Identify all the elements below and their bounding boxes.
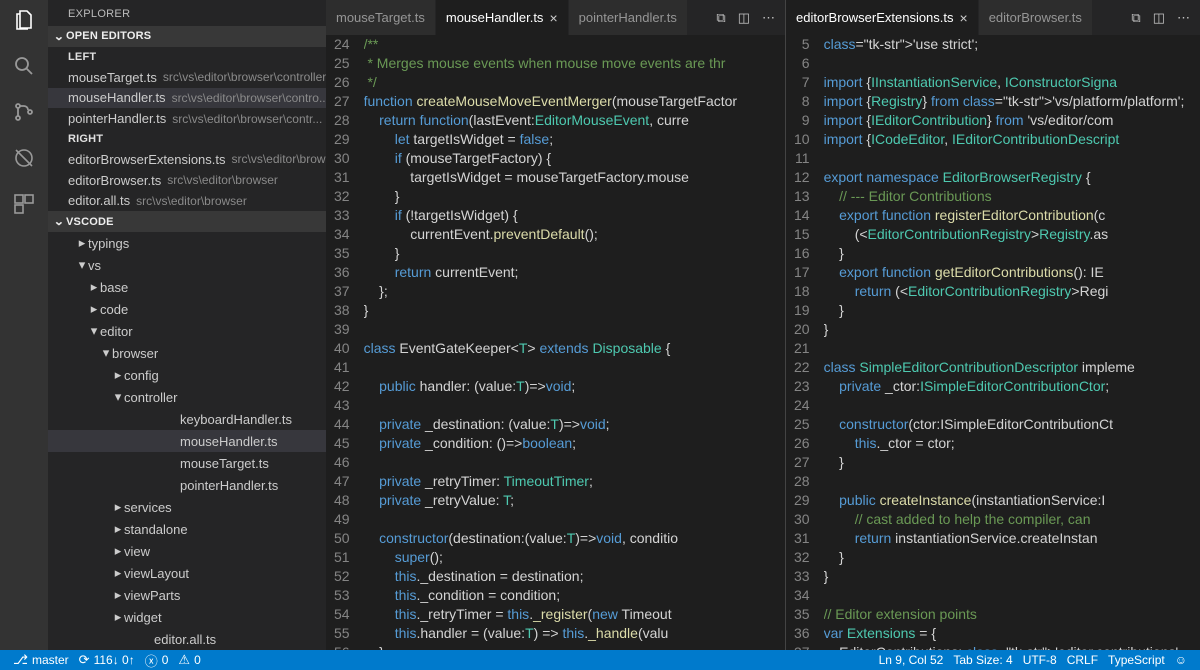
open-file[interactable]: editorBrowserExtensions.tssrc\vs\editor\… bbox=[48, 149, 326, 170]
code-editor[interactable]: 2425262728293031323334353637383940414243… bbox=[326, 35, 785, 650]
more-icon[interactable]: ⋯ bbox=[1177, 10, 1190, 26]
git-icon[interactable] bbox=[12, 100, 36, 124]
section-vscode[interactable]: ⌄ VSCODE bbox=[48, 211, 326, 232]
section-open-editors[interactable]: ⌄ OPEN EDITORS bbox=[48, 26, 326, 47]
group-left-label: LEFT bbox=[48, 47, 326, 67]
tab[interactable]: editorBrowser.ts bbox=[979, 0, 1093, 35]
debug-icon[interactable] bbox=[12, 146, 36, 170]
tree-folder[interactable]: ▸code bbox=[48, 298, 326, 320]
tree-folder[interactable]: ▸services bbox=[48, 496, 326, 518]
file-tree: ▸typings ▾vs ▸base ▸code ▾editor ▾browse… bbox=[48, 232, 326, 650]
git-branch[interactable]: ⎇master bbox=[8, 650, 74, 670]
tree-file[interactable]: pointerHandler.ts bbox=[48, 474, 326, 496]
line-gutter: 2425262728293031323334353637383940414243… bbox=[326, 35, 364, 650]
open-file[interactable]: editorBrowser.tssrc\vs\editor\browser bbox=[48, 170, 326, 191]
open-file[interactable]: editor.all.tssrc\vs\editor\browser bbox=[48, 191, 326, 212]
encoding[interactable]: UTF-8 bbox=[1018, 653, 1062, 667]
tab[interactable]: pointerHandler.ts bbox=[569, 0, 688, 35]
activity-bar bbox=[0, 0, 48, 650]
sync-icon: ⟳ bbox=[79, 652, 90, 668]
group-right-label: RIGHT bbox=[48, 129, 326, 149]
tree-folder[interactable]: ▸viewLayout bbox=[48, 562, 326, 584]
code-lines[interactable]: class="tk-str">'use strict';import {IIns… bbox=[824, 35, 1200, 650]
eol[interactable]: CRLF bbox=[1062, 653, 1103, 667]
more-icon[interactable]: ⋯ bbox=[762, 10, 775, 26]
chevron-down-icon: ⌄ bbox=[51, 215, 68, 228]
tree-folder[interactable]: ▸widget bbox=[48, 606, 326, 628]
sidebar: EXPLORER ⌄ OPEN EDITORS LEFT mouseTarget… bbox=[48, 0, 326, 650]
sidebar-title: EXPLORER bbox=[48, 0, 326, 26]
tree-folder[interactable]: ▸viewParts bbox=[48, 584, 326, 606]
open-file[interactable]: pointerHandler.tssrc\vs\editor\browser\c… bbox=[48, 108, 326, 129]
section-label: OPEN EDITORS bbox=[66, 30, 151, 42]
code-lines[interactable]: /** * Merges mouse events when mouse mov… bbox=[364, 35, 785, 650]
split-editor-icon[interactable]: ◫ bbox=[738, 10, 750, 26]
tree-folder[interactable]: ▸base bbox=[48, 276, 326, 298]
tree-folder[interactable]: ▾vs bbox=[48, 254, 326, 276]
files-icon[interactable] bbox=[12, 8, 36, 32]
cursor-position[interactable]: Ln 9, Col 52 bbox=[874, 653, 949, 667]
tab-bar: mouseTarget.ts mouseHandler.ts× pointerH… bbox=[326, 0, 785, 35]
errors[interactable]: ⓧ0 bbox=[140, 650, 174, 670]
tab-size[interactable]: Tab Size: 4 bbox=[948, 653, 1017, 667]
language-mode[interactable]: TypeScript bbox=[1103, 653, 1170, 667]
tree-folder[interactable]: ▸typings bbox=[48, 232, 326, 254]
error-icon: ⓧ bbox=[145, 651, 158, 670]
open-file[interactable]: mouseTarget.tssrc\vs\editor\browser\cont… bbox=[48, 67, 326, 88]
tree-file[interactable]: mouseHandler.ts bbox=[48, 430, 326, 452]
editor-group-left: mouseTarget.ts mouseHandler.ts× pointerH… bbox=[326, 0, 786, 650]
tree-folder[interactable]: ▸view bbox=[48, 540, 326, 562]
close-icon[interactable]: × bbox=[960, 10, 968, 26]
status-bar: ⎇master ⟳116↓ 0↑ ⓧ0 ⚠0 Ln 9, Col 52 Tab … bbox=[0, 650, 1200, 670]
code-editor[interactable]: 5678910111213141516171819202122232425262… bbox=[786, 35, 1200, 650]
close-icon[interactable]: × bbox=[549, 10, 557, 26]
tree-file[interactable]: keyboardHandler.ts bbox=[48, 408, 326, 430]
editor-group-right: editorBrowserExtensions.ts× editorBrowse… bbox=[786, 0, 1200, 650]
tree-folder[interactable]: ▸config bbox=[48, 364, 326, 386]
feedback-icon[interactable]: ☺ bbox=[1170, 653, 1192, 667]
warning-icon: ⚠ bbox=[178, 652, 190, 668]
tab[interactable]: mouseHandler.ts× bbox=[436, 0, 569, 35]
editor-area: mouseTarget.ts mouseHandler.ts× pointerH… bbox=[326, 0, 1200, 650]
copy-path-icon[interactable]: ⧉ bbox=[1131, 10, 1140, 26]
tree-folder[interactable]: ▸standalone bbox=[48, 518, 326, 540]
copy-path-icon[interactable]: ⧉ bbox=[716, 10, 725, 26]
tree-folder[interactable]: ▾controller bbox=[48, 386, 326, 408]
tab[interactable]: mouseTarget.ts bbox=[326, 0, 436, 35]
warnings[interactable]: ⚠0 bbox=[173, 650, 205, 670]
line-gutter: 5678910111213141516171819202122232425262… bbox=[786, 35, 824, 650]
open-file[interactable]: mouseHandler.tssrc\vs\editor\browser\con… bbox=[48, 88, 326, 109]
split-editor-icon[interactable]: ◫ bbox=[1153, 10, 1165, 26]
git-sync[interactable]: ⟳116↓ 0↑ bbox=[74, 650, 140, 670]
workbench: EXPLORER ⌄ OPEN EDITORS LEFT mouseTarget… bbox=[0, 0, 1200, 650]
extensions-icon[interactable] bbox=[12, 192, 36, 216]
tree-folder[interactable]: ▾browser bbox=[48, 342, 326, 364]
tree-folder[interactable]: ▾editor bbox=[48, 320, 326, 342]
tab-bar: editorBrowserExtensions.ts× editorBrowse… bbox=[786, 0, 1200, 35]
chevron-down-icon: ⌄ bbox=[51, 30, 68, 43]
search-icon[interactable] bbox=[12, 54, 36, 78]
section-label: VSCODE bbox=[66, 216, 114, 228]
tab[interactable]: editorBrowserExtensions.ts× bbox=[786, 0, 979, 35]
tree-file[interactable]: editor.all.ts bbox=[48, 628, 326, 650]
tree-file[interactable]: mouseTarget.ts bbox=[48, 452, 326, 474]
branch-icon: ⎇ bbox=[13, 652, 28, 668]
